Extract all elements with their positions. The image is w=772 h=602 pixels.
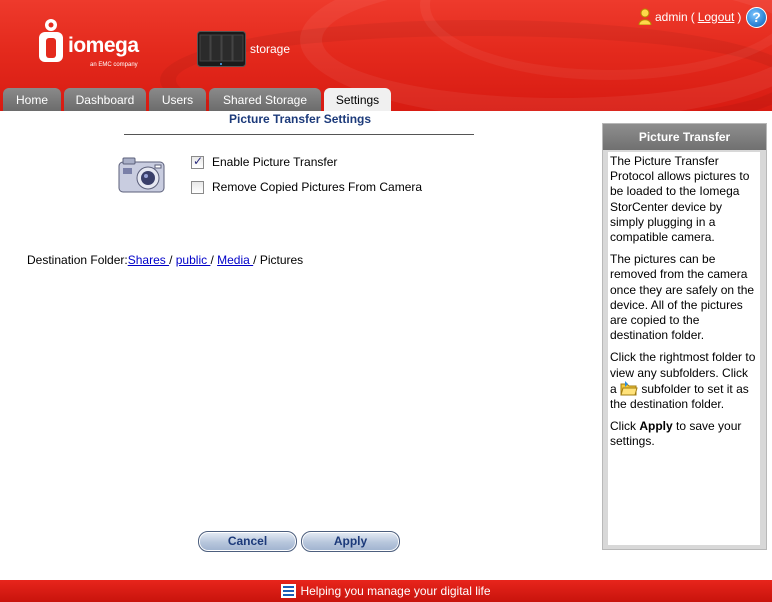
device-name: storage <box>250 42 291 56</box>
title-divider <box>124 134 474 135</box>
breadcrumb-shares-link[interactable]: Shares <box>128 253 169 267</box>
logo-text: iomega <box>68 34 139 57</box>
username: admin <box>655 9 688 24</box>
logo-subtext: an EMC company <box>90 62 138 68</box>
cancel-button[interactable]: Cancel <box>198 531 297 552</box>
help-paragraph-4: Click Apply to save your settings. <box>610 419 742 449</box>
folder-icon <box>620 380 638 396</box>
help-paragraph-1: The Picture Transfer Protocol allows pic… <box>610 154 750 245</box>
apply-button[interactable]: Apply <box>301 531 400 552</box>
tab-settings[interactable]: Settings <box>324 88 391 111</box>
remove-copied-pictures-option: Remove Copied Pictures From Camera <box>191 180 422 194</box>
tab-shared-storage[interactable]: Shared Storage <box>209 88 321 111</box>
enable-picture-transfer-label: Enable Picture Transfer <box>212 155 338 169</box>
footer-bar: Helping you manage your digital life <box>0 580 772 602</box>
iomega-logo-icon <box>39 19 63 62</box>
breadcrumb-public-link[interactable]: public <box>176 253 211 267</box>
header-bar: iomega an EMC company storage admin (Log… <box>0 0 772 111</box>
help-paragraph-3: Click the rightmost folder to view any s… <box>610 350 756 412</box>
help-icon[interactable]: ? <box>746 7 767 28</box>
help-panel-body: The Picture Transfer Protocol allows pic… <box>608 152 760 545</box>
tab-users[interactable]: Users <box>149 88 206 111</box>
remove-copied-pictures-checkbox[interactable] <box>191 180 204 194</box>
logout-link[interactable]: Logout <box>698 10 735 24</box>
enable-picture-transfer-checkbox[interactable] <box>191 154 204 169</box>
destination-folder-breadcrumb: Destination Folder:Shares / public / Med… <box>27 253 304 267</box>
main-tabs: Home Dashboard Users Shared Storage Sett… <box>0 88 394 111</box>
destination-folder-label: Destination Folder: <box>27 253 128 267</box>
storage-device-icon <box>197 31 246 67</box>
page-title: Picture Transfer Settings <box>229 112 372 126</box>
footer-tagline: Helping you manage your digital life <box>300 584 491 598</box>
user-bar: admin (Logout) <box>638 8 741 25</box>
tab-dashboard[interactable]: Dashboard <box>64 88 146 111</box>
tab-home[interactable]: Home <box>3 88 61 111</box>
help-paragraph-2: The pictures can be removed from the cam… <box>610 252 755 343</box>
footer-logo-icon <box>281 584 297 598</box>
breadcrumb-media-link[interactable]: Media <box>217 253 253 267</box>
remove-copied-pictures-label: Remove Copied Pictures From Camera <box>212 180 423 194</box>
breadcrumb-pictures-current: Pictures <box>259 253 304 267</box>
user-icon <box>638 8 652 25</box>
camera-icon <box>118 157 165 193</box>
iomega-logo: iomega an EMC company <box>38 18 150 72</box>
enable-picture-transfer-option: Enable Picture Transfer <box>191 154 338 169</box>
help-panel-title: Picture Transfer <box>603 124 766 150</box>
help-panel: Picture Transfer The Picture Transfer Pr… <box>602 123 767 550</box>
